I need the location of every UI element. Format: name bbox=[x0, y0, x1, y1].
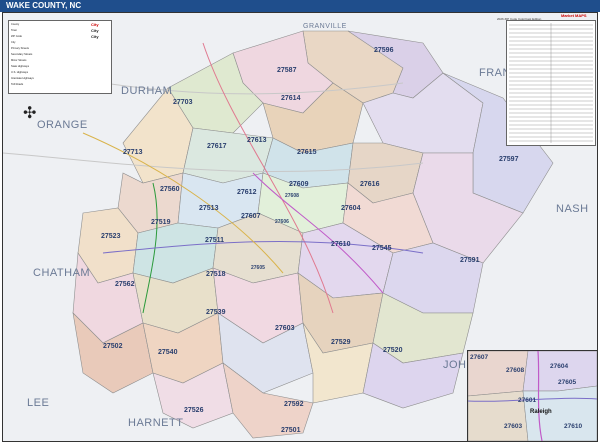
zip-label: 27513 bbox=[199, 205, 219, 212]
legend-city-sample: City bbox=[91, 28, 99, 33]
map-legend: County Town ZIP Code City Primary Street… bbox=[8, 20, 112, 94]
zip-label: 27523 bbox=[101, 233, 121, 240]
legend-item: Interstate Highways bbox=[11, 77, 34, 80]
zip-label: 27610 bbox=[331, 241, 351, 248]
zip-label: 27526 bbox=[184, 407, 204, 414]
inset-zip-label: 27604 bbox=[550, 363, 569, 370]
downtown-inset-map: 27607 27608 27604 27605 27601 27603 2761… bbox=[467, 350, 598, 442]
zip-label: 27587 bbox=[277, 67, 297, 74]
zip-label: 27520 bbox=[383, 347, 403, 354]
zip-label: 27502 bbox=[103, 343, 123, 350]
zip-label: 27617 bbox=[207, 143, 227, 150]
zip-label: 27609 bbox=[289, 181, 309, 188]
zip-label: 27560 bbox=[160, 186, 180, 193]
inset-zip-label: 27608 bbox=[506, 367, 525, 374]
county-label-durham: DURHAM bbox=[121, 85, 173, 97]
zip-label: 27608 bbox=[285, 193, 299, 199]
zip-label: 27540 bbox=[158, 349, 178, 356]
zip-index-table bbox=[506, 20, 596, 146]
county-label-lee: LEE bbox=[27, 397, 50, 409]
zip-label: 27597 bbox=[499, 156, 519, 163]
zip-label: 27604 bbox=[341, 205, 361, 212]
county-label-granville: GRANVILLE bbox=[303, 23, 347, 30]
legend-item: City bbox=[11, 41, 16, 44]
legend-item: ZIP Code bbox=[11, 35, 22, 38]
county-label-harnett: HARNETT bbox=[128, 417, 184, 429]
north-arrow-icon: ✣ bbox=[23, 105, 37, 122]
zip-label: 27539 bbox=[206, 309, 226, 316]
zip-label: 27562 bbox=[115, 281, 135, 288]
legend-item: Minor Streets bbox=[11, 59, 27, 62]
inset-city-label: Raleigh bbox=[530, 409, 552, 415]
legend-item: Town bbox=[11, 29, 18, 32]
legend-item: Primary Streets bbox=[11, 47, 29, 50]
legend-item: U.S. Highways bbox=[11, 71, 29, 74]
zip-label: 27703 bbox=[173, 99, 193, 106]
inset-zip-label: 27601 bbox=[518, 397, 537, 404]
zip-label: 27614 bbox=[281, 95, 301, 102]
inset-zip-label: 27607 bbox=[470, 354, 489, 361]
legend-city-sample: City bbox=[91, 34, 99, 39]
legend-city-sample: City bbox=[91, 22, 99, 27]
zip-label: 27616 bbox=[360, 181, 380, 188]
zip-label: 27605 bbox=[251, 265, 265, 271]
zip-label: 27591 bbox=[460, 257, 480, 264]
zip-label: 27613 bbox=[247, 137, 267, 144]
legend-item: State Highways bbox=[11, 65, 30, 68]
zip-label: 27615 bbox=[297, 149, 317, 156]
zip-index-lines bbox=[509, 23, 593, 143]
map-title: WAKE COUNTY, NC bbox=[6, 1, 82, 10]
map-header: WAKE COUNTY, NC bbox=[0, 0, 600, 12]
zip-label: 27545 bbox=[372, 245, 392, 252]
zip-label: 27606 bbox=[275, 219, 289, 225]
zip-label: 27529 bbox=[331, 339, 351, 346]
inset-zip-label: 27605 bbox=[558, 379, 577, 386]
zip-label: 27519 bbox=[151, 219, 171, 226]
zip-label: 27612 bbox=[237, 189, 257, 196]
county-label-nash: NASH bbox=[556, 203, 589, 215]
legend-item: Secondary Streets bbox=[11, 53, 33, 56]
zip-label: 27596 bbox=[374, 47, 394, 54]
inset-zip-label: 27603 bbox=[504, 423, 523, 430]
legend-item: County bbox=[11, 23, 20, 26]
zip-label: 27501 bbox=[281, 427, 301, 434]
zip-label: 27607 bbox=[241, 213, 261, 220]
county-label-orange: ORANGE bbox=[37, 119, 88, 131]
zip-label: 27592 bbox=[284, 401, 304, 408]
inset-zip-label: 27610 bbox=[564, 423, 583, 430]
zip-label: 27518 bbox=[206, 271, 226, 278]
zip-label: 27511 bbox=[205, 237, 225, 244]
zip-label: 27603 bbox=[275, 325, 295, 332]
county-label-chatham: CHATHAM bbox=[33, 267, 91, 279]
zip-label: 27713 bbox=[123, 149, 143, 156]
legend-item: Toll Roads bbox=[11, 83, 24, 86]
publisher-logo: Market MAPS bbox=[561, 13, 587, 18]
